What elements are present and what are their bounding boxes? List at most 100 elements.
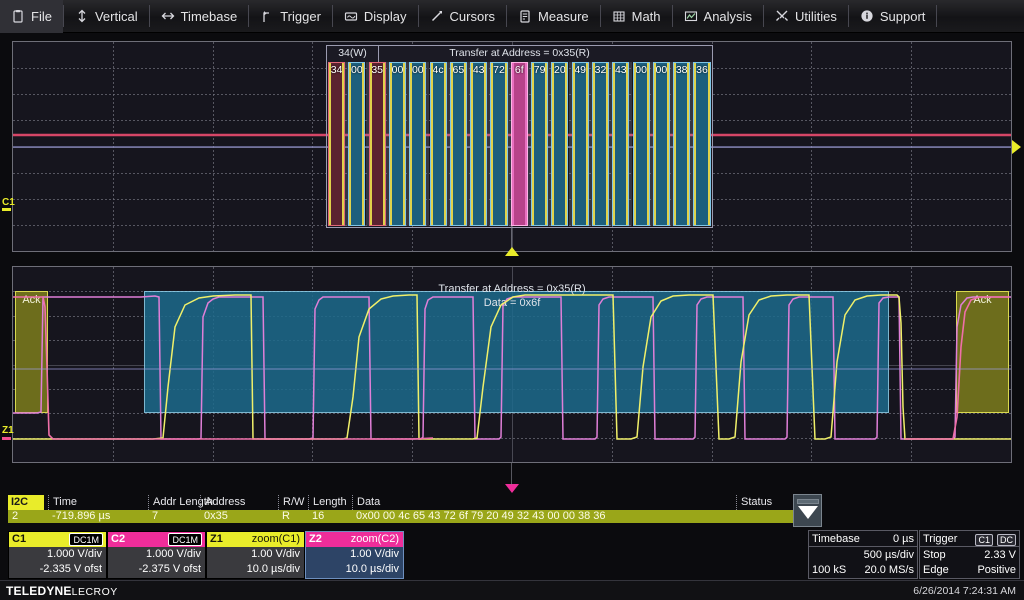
timebase-panel[interactable]: Timebase 0 µs 500 µs/div 100 kS 20.0 MS/… (808, 530, 918, 579)
channel-offset-handle-z1[interactable] (2, 437, 11, 440)
table-row[interactable]: 2 -719.896 µs 7 0x35 R 16 0x00 00 4c 65 43 72 … (8, 510, 820, 523)
table-scroll-down-button[interactable] (793, 494, 822, 527)
decode-byte-edge (423, 63, 425, 225)
menu-item-measure[interactable]: Measure (507, 0, 600, 33)
decode-byte-edge (593, 63, 595, 225)
table-cell[interactable]: 16 (312, 510, 324, 523)
table-header-cell[interactable]: R/W (278, 495, 304, 510)
decode-byte[interactable]: 36 (693, 62, 710, 226)
decode-byte[interactable]: 6f (511, 62, 528, 226)
table-cell[interactable]: 2 (12, 510, 18, 523)
table-header-cell[interactable]: Time (48, 495, 77, 510)
menu-item-file[interactable]: File (0, 0, 63, 33)
menu-item-label: Display (364, 9, 407, 24)
menu-item-trigger[interactable]: Trigger (249, 0, 332, 33)
decode-byte-edge (370, 63, 372, 225)
decode-byte-edge (451, 63, 453, 225)
menu-item-display[interactable]: Display (333, 0, 418, 33)
table-cell[interactable]: 0x35 (204, 510, 228, 523)
decode-byte[interactable]: 35 (369, 62, 386, 226)
decode-byte-edge (565, 63, 567, 225)
descriptor-z2[interactable]: Z2 zoom(C2) 1.00 V/div 10.0 µs/div (305, 531, 404, 579)
chevron-down-icon (798, 506, 818, 519)
table-header-cell[interactable]: Length (308, 495, 347, 510)
descriptor-z1-source: zoom(C1) (252, 532, 300, 547)
decode-byte[interactable]: 72 (490, 62, 507, 226)
zoom-trigger-marker-down[interactable] (505, 484, 519, 493)
descriptor-c1[interactable]: C1 DC1M 1.000 V/div -2.335 V ofst (8, 531, 107, 579)
trigger-slope: Positive (977, 563, 1016, 578)
decode-byte-edge (464, 63, 466, 225)
decode-byte[interactable]: 43 (470, 62, 487, 226)
decode-byte[interactable]: 38 (673, 62, 690, 226)
menu-item-math[interactable]: Math (601, 0, 672, 33)
descriptor-c2[interactable]: C2 DC1M 1.000 V/div -2.375 V ofst (107, 531, 206, 579)
table-cell[interactable]: 7 (152, 510, 158, 523)
trigger-type: Edge (923, 563, 949, 578)
trigger-title-row: Trigger C1 DC (920, 532, 1019, 547)
descriptor-c2-name: C2 (111, 532, 125, 547)
menu-item-vertical[interactable]: Vertical (64, 0, 149, 33)
decode-byte[interactable]: 00 (633, 62, 650, 226)
decode-byte[interactable]: 34 (328, 62, 345, 226)
descriptor-c1-scale: 1.000 V/div (47, 548, 102, 560)
menu-item-analysis[interactable]: Analysis (673, 0, 763, 33)
table-header-cell[interactable]: Address (200, 495, 245, 510)
menu-item-cursors[interactable]: Cursors (419, 0, 507, 33)
zoom-waveform-grid[interactable]: Ack Ack Transfer at Address = 0x35(R) Da… (12, 266, 1012, 463)
table-header-row: I2C TimeAddr LengthAddressR/WLengthDataS… (8, 495, 820, 510)
decode-byte[interactable]: 32 (592, 62, 609, 226)
trigger-source-badge[interactable]: C1 (975, 534, 993, 546)
i2c-decode-table[interactable]: I2C TimeAddr LengthAddressR/WLengthDataS… (8, 495, 820, 523)
channel-marker-c1[interactable]: C1 (2, 197, 15, 208)
main-waveform-grid[interactable]: Transfer at Address = 0x35(R) 34(W) 3400… (12, 41, 1012, 252)
decode-byte-edge (694, 63, 696, 225)
decode-byte-edge (586, 63, 588, 225)
decode-byte[interactable]: 00 (348, 62, 365, 226)
descriptor-c2-coupling[interactable]: DC1M (168, 533, 202, 546)
table-cell[interactable]: 0x00 00 4c 65 43 72 6f 79 20 49 32 43 00… (356, 510, 606, 523)
decode-byte-edge (349, 63, 351, 225)
decode-byte[interactable]: 43 (612, 62, 629, 226)
i2c-protocol-badge[interactable]: I2C (8, 495, 44, 510)
decode-byte-edge (634, 63, 636, 225)
decode-byte[interactable]: 00 (653, 62, 670, 226)
table-header-cell[interactable]: Data (352, 495, 380, 510)
channel-offset-handle-c1[interactable] (2, 208, 11, 211)
brand-teledyne: TELEDYNE (6, 584, 72, 598)
table-header-cell[interactable]: Status (736, 495, 772, 510)
decode-overlay-main[interactable]: Transfer at Address = 0x35(R) 34(W) 3400… (326, 45, 713, 228)
trigger-level-marker[interactable] (1012, 140, 1021, 154)
descriptor-z1-timebase: 10.0 µs/div (247, 563, 300, 575)
decode-byte-edge (552, 63, 554, 225)
zoom-position-marker-up[interactable] (505, 247, 519, 256)
decode-byte[interactable]: 79 (531, 62, 548, 226)
decode-byte[interactable]: 00 (409, 62, 426, 226)
decode-byte[interactable]: 49 (572, 62, 589, 226)
timebase-scale: 500 µs/div (864, 548, 914, 563)
decode-byte[interactable]: 00 (389, 62, 406, 226)
status-bar: TELEDYNELECROY 6/26/2014 7:24:31 AM (0, 580, 1024, 600)
trigger-coupling-badge[interactable]: DC (997, 534, 1016, 546)
trigger-state[interactable]: Stop (923, 548, 946, 563)
menu-item-label: Vertical (95, 9, 138, 24)
menu-item-label: Utilities (795, 9, 837, 24)
timebase-title: Timebase (812, 532, 860, 547)
decode-byte-edge (512, 63, 514, 225)
decode-byte-track[interactable]: 34003500004c6543726f792049324300003836 (326, 62, 713, 228)
decode-byte[interactable]: 20 (551, 62, 568, 226)
descriptor-z1[interactable]: Z1 zoom(C1) 1.00 V/div 10.0 µs/div (206, 531, 305, 579)
menu-item-timebase[interactable]: Timebase (150, 0, 249, 33)
trigger-panel[interactable]: Trigger C1 DC Stop 2.33 V Edge Positive (919, 530, 1020, 579)
channel-marker-z1[interactable]: Z1 (2, 425, 14, 436)
decode-byte[interactable]: 65 (450, 62, 467, 226)
menu-item-support[interactable]: Support (849, 0, 937, 33)
decode-byte-edge (613, 63, 615, 225)
decode-byte[interactable]: 4c (430, 62, 447, 226)
table-cell[interactable]: R (282, 510, 290, 523)
descriptor-c1-coupling[interactable]: DC1M (69, 533, 103, 546)
table-cell[interactable]: -719.896 µs (52, 510, 110, 523)
decode-title: Transfer at Address = 0x35(R) 34(W) (326, 45, 713, 62)
menu-item-utilities[interactable]: Utilities (764, 0, 848, 33)
timebase-sampling-row: 100 kS 20.0 MS/s (809, 563, 917, 578)
